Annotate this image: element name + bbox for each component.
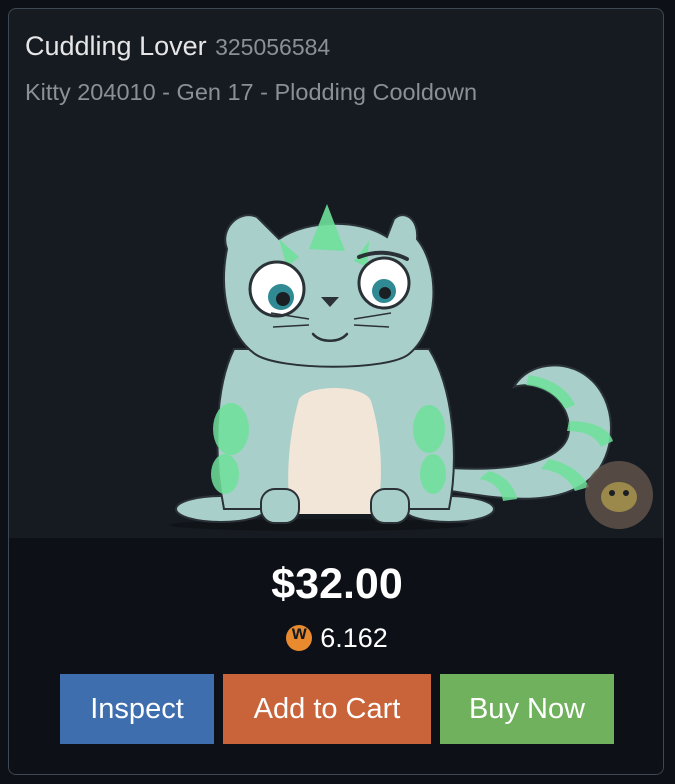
body-spot [420,454,446,494]
kitty-pupil [276,292,290,306]
body-spot [213,403,249,455]
kitty-subtitle: Kitty 204010 - Gen 17 - Plodding Cooldow… [25,79,478,105]
kitty-name: Cuddling Lover [25,31,207,61]
price-token-value: 6.162 [320,623,388,653]
wax-token-icon [286,623,313,651]
listing-title-row: Cuddling Lover 325056584 [25,31,330,62]
action-buttons: Inspect Add to Cart Buy Now [9,674,663,744]
kitty-front-paw [260,488,300,524]
kitty-pupil [379,287,391,299]
token-id: 325056584 [215,34,331,60]
body-spot [413,405,445,453]
kitty-front-paw [370,488,410,524]
price-token: 6.162 [9,623,663,654]
listing-card[interactable]: Cuddling Lover 325056584 Kitty 204010 - … [8,8,664,775]
inspect-button[interactable]: Inspect [60,674,214,744]
kitty-belly [288,387,381,514]
body-spot [211,454,239,494]
companion-eye [609,490,615,496]
buy-now-button[interactable]: Buy Now [440,674,614,744]
price-usd: $32.00 [271,560,403,608]
kitty-image [169,204,653,531]
add-to-cart-button[interactable]: Add to Cart [223,674,431,744]
companion-face [601,482,637,512]
companion-eye [623,490,629,496]
purchase-panel: $32.00 6.162 Inspect Add to Cart Buy Now [9,538,663,774]
